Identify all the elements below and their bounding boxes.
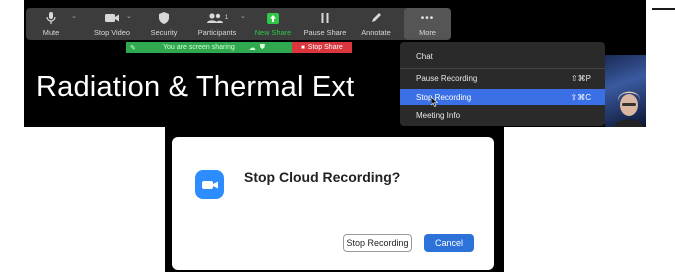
pencil-icon: [370, 8, 382, 28]
shield-icon: [158, 8, 170, 28]
menu-item-pause-recording[interactable]: Pause Recording ⇧⌘P: [400, 70, 605, 86]
security-label: Security: [150, 28, 178, 37]
pin-icon: ✎: [130, 44, 136, 52]
stop-square-icon: ■: [301, 44, 305, 51]
menu-divider: [400, 68, 605, 69]
more-menu: Chat Pause Recording ⇧⌘P Stop Recording …: [400, 42, 605, 126]
more-button[interactable]: ••• More: [404, 8, 451, 40]
person-video: [615, 91, 643, 127]
participant-video-thumbnail: [605, 55, 646, 127]
stop-recording-button[interactable]: Stop Recording: [343, 234, 412, 252]
slide-title: Radiation & Thermal Ext: [36, 71, 355, 103]
zoom-share-screen: Mute ⌄ Stop Video ⌄ Security 1 Participa…: [24, 0, 646, 127]
sharing-message: You are screen sharing: [163, 44, 235, 51]
dialog-title: Stop Cloud Recording?: [244, 169, 401, 185]
annotate-label: Annotate: [361, 28, 391, 37]
pause-share-button[interactable]: Pause Share: [302, 8, 348, 40]
shortcut-label: ⇧⌘C: [570, 92, 591, 102]
participants-icon: 1: [206, 8, 228, 28]
dialog-backdrop: Stop Cloud Recording? Stop Recording Can…: [165, 127, 504, 272]
participants-count: 1: [224, 15, 229, 21]
mute-label: Mute: [42, 28, 60, 37]
participants-button[interactable]: 1 Participants: [194, 8, 240, 40]
participants-chevron-down-icon[interactable]: ⌄: [240, 12, 246, 20]
top-rule: [652, 8, 675, 10]
sharing-status: ✎ You are screen sharing ☁ ⛊: [126, 42, 292, 53]
shortcut-label: ⇧⌘P: [570, 73, 591, 83]
share-arrow-icon: [266, 8, 280, 28]
new-share-label: New Share: [254, 28, 292, 37]
menu-item-label: Stop Recording: [416, 92, 472, 102]
zoom-logo-icon: [195, 170, 224, 199]
menu-item-label: Pause Recording: [416, 73, 478, 83]
video-chevron-down-icon[interactable]: ⌄: [126, 12, 132, 20]
stop-cloud-recording-dialog: Stop Cloud Recording? Stop Recording Can…: [172, 137, 494, 270]
pause-icon: [320, 8, 330, 28]
security-button[interactable]: Security: [143, 8, 185, 40]
stop-share-button[interactable]: ■ Stop Share: [292, 42, 352, 53]
menu-item-chat[interactable]: Chat: [400, 48, 605, 64]
mute-chevron-down-icon[interactable]: ⌄: [71, 12, 77, 20]
menu-item-label: Meeting Info: [416, 110, 461, 120]
cloud-icon: ☁: [248, 44, 256, 52]
new-share-button[interactable]: New Share: [252, 8, 294, 40]
microphone-icon: [45, 8, 57, 28]
more-label: More: [419, 28, 436, 37]
participants-label: Participants: [197, 28, 237, 37]
stop-share-label: Stop Share: [307, 44, 343, 51]
menu-item-label: Chat: [416, 51, 433, 61]
video-camera-icon: [104, 8, 120, 28]
annotate-button[interactable]: Annotate: [356, 8, 396, 40]
cancel-button[interactable]: Cancel: [424, 234, 474, 252]
menu-item-meeting-info[interactable]: Meeting Info: [400, 107, 605, 123]
screen-sharing-bar: ✎ You are screen sharing ☁ ⛊ ■ Stop Shar…: [126, 42, 352, 53]
shield-small-icon: ⛊: [259, 43, 265, 51]
stop-video-label: Stop Video: [93, 28, 131, 37]
mute-button[interactable]: Mute: [32, 8, 70, 40]
menu-item-stop-recording[interactable]: Stop Recording ⇧⌘C: [400, 89, 605, 107]
meeting-toolbar: Mute ⌄ Stop Video ⌄ Security 1 Participa…: [26, 8, 451, 40]
mouse-cursor-icon: [431, 97, 438, 107]
ellipsis-icon: •••: [420, 12, 435, 24]
pause-share-label: Pause Share: [303, 28, 347, 37]
